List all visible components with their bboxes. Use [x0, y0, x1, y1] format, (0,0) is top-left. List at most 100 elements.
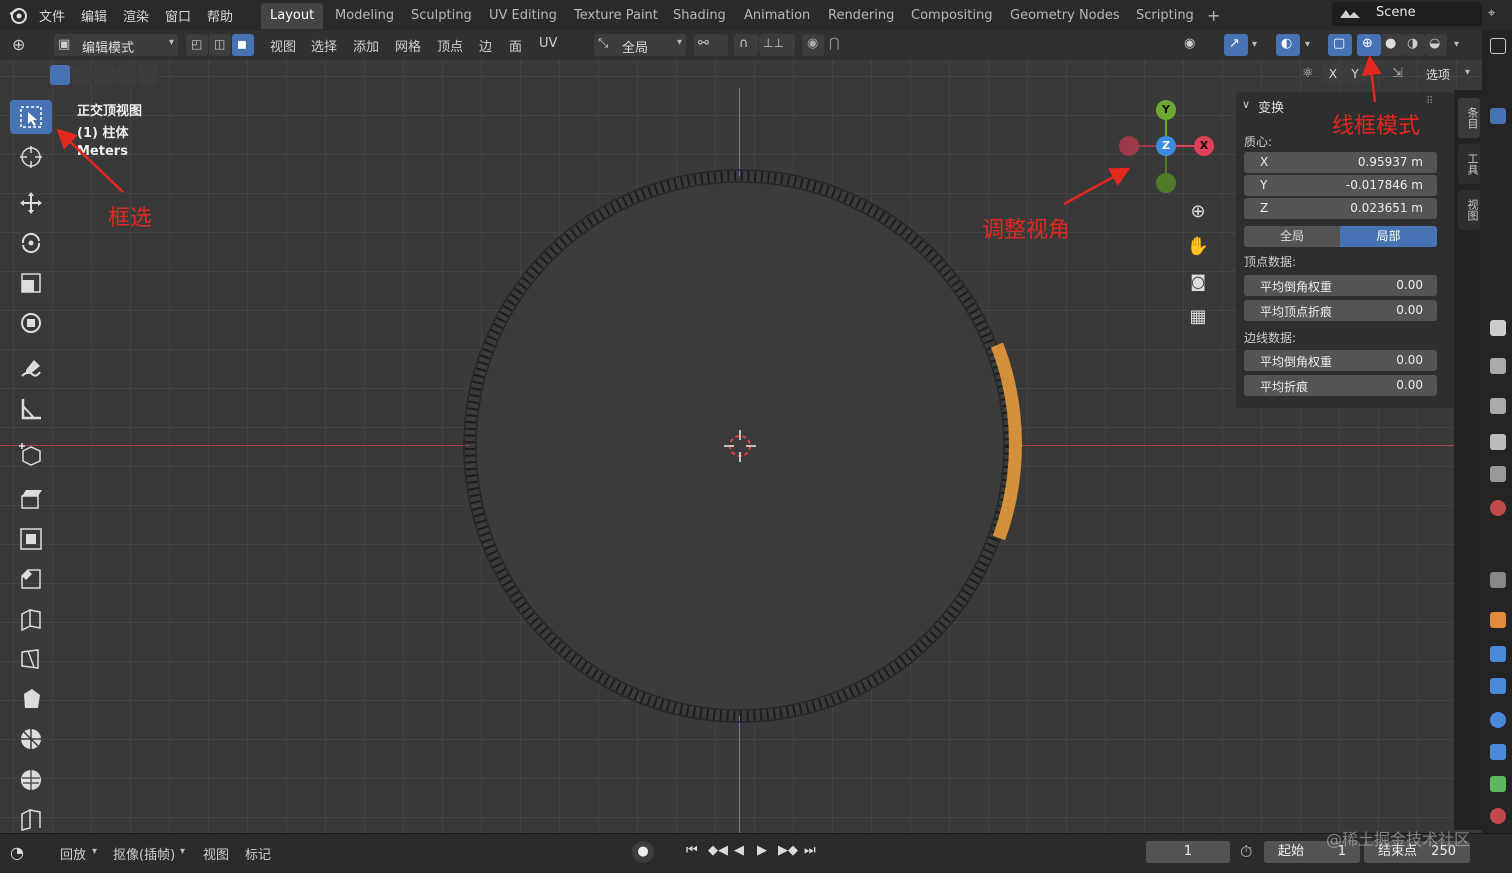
transform-tool[interactable] [10, 306, 52, 340]
marker-menu[interactable]: 标记 [245, 844, 271, 863]
pan-button[interactable]: ✋ [1184, 232, 1212, 260]
view-layer-icon[interactable] [1490, 434, 1506, 450]
pivot-selector[interactable]: ⚯ [694, 34, 728, 56]
render-properties-icon[interactable] [1490, 358, 1506, 374]
mirror-icon[interactable]: ⚛ [1302, 66, 1314, 81]
tab-shading[interactable]: Shading [664, 3, 735, 29]
gizmo-neg-x-axis[interactable] [1119, 136, 1139, 156]
jump-end-icon[interactable]: ⏭ [804, 843, 816, 858]
stopwatch-icon[interactable]: ⏱ [1240, 842, 1252, 862]
menu-file[interactable]: 文件 [39, 6, 65, 25]
vertex-select-button[interactable]: ◰ [186, 34, 208, 56]
camera-view-button[interactable]: ◙ [1184, 267, 1212, 295]
constraints-icon[interactable] [1490, 744, 1506, 760]
jump-start-icon[interactable]: ⏮ [686, 843, 698, 858]
tab-geometry-nodes[interactable]: Geometry Nodes [1001, 3, 1129, 29]
add-cube-tool[interactable] [10, 438, 52, 472]
select-invert-icon[interactable] [116, 65, 136, 85]
perspective-toggle-button[interactable]: ▦ [1184, 302, 1212, 330]
loop-cut-tool[interactable] [10, 602, 52, 636]
tab-view[interactable]: 视图 [1458, 190, 1480, 230]
smooth-tool[interactable] [10, 762, 52, 796]
overlay-toggle[interactable]: ◐ [1276, 34, 1300, 56]
extrude-tool[interactable] [10, 482, 52, 516]
scene-selector[interactable]: Scene [1332, 2, 1482, 26]
cursor-tool[interactable] [10, 140, 52, 174]
header-menu-face[interactable]: 面 [509, 36, 522, 55]
mirror-y-toggle[interactable]: Y [1344, 64, 1366, 84]
measure-tool[interactable] [10, 392, 52, 426]
header-menu-select[interactable]: 选择 [311, 36, 337, 55]
local-space-button[interactable]: 局部 [1340, 226, 1437, 247]
gizmo-y-axis[interactable]: Y [1156, 100, 1176, 120]
editor-type-clock-icon[interactable]: ◔ [10, 843, 24, 862]
editor-type-button[interactable]: ⊕ [8, 34, 46, 56]
vertex-crease-field[interactable]: 平均顶点折痕 0.00 [1244, 300, 1437, 321]
collapse-chevron-icon[interactable]: ∨ [1242, 98, 1250, 111]
output-properties-icon[interactable] [1490, 398, 1506, 414]
vertex-bevel-weight-field[interactable]: 平均倒角权重 0.00 [1244, 275, 1437, 296]
move-tool[interactable] [10, 186, 52, 220]
tab-layout[interactable]: Layout [261, 3, 324, 29]
modifier-wrench-icon[interactable] [1490, 646, 1506, 662]
tab-item[interactable]: 条目 [1458, 98, 1480, 138]
face-select-button[interactable]: ◼ [232, 34, 254, 56]
solid-shading-button[interactable]: ● [1381, 34, 1403, 56]
header-menu-edge[interactable]: 边 [479, 36, 492, 55]
play-icon[interactable]: ▶ [757, 843, 767, 858]
header-menu-view[interactable]: 视图 [270, 36, 296, 55]
mirror-x-toggle[interactable]: X [1322, 64, 1344, 84]
pin-icon[interactable]: ⌖ [1488, 6, 1495, 21]
tool-properties-icon[interactable] [1490, 320, 1506, 336]
select-box-tool[interactable] [10, 100, 52, 134]
viewport-icon[interactable] [1490, 108, 1506, 124]
rendered-shading-button[interactable]: ◒ [1425, 34, 1447, 56]
transform-section-title[interactable]: 变换 [1258, 97, 1284, 116]
material-properties-icon[interactable] [1490, 808, 1506, 824]
tab-rendering[interactable]: Rendering [819, 3, 903, 29]
chevron-down-icon[interactable]: ▾ [1454, 39, 1459, 50]
auto-merge-icon[interactable]: ⇲ [1392, 66, 1403, 81]
keying-menu[interactable]: 抠像(插帧) [113, 844, 175, 863]
inset-tool[interactable] [10, 522, 52, 556]
playback-menu[interactable]: 回放 [60, 844, 86, 863]
zoom-button[interactable]: ⊕ [1184, 197, 1212, 225]
material-shading-button[interactable]: ◑ [1403, 34, 1425, 56]
tab-tool[interactable]: 工具 [1458, 144, 1480, 184]
options-dropdown[interactable]: 选项 ▾ [1420, 64, 1474, 84]
tab-modeling[interactable]: Modeling [326, 3, 403, 29]
collection-properties-icon[interactable] [1490, 572, 1506, 588]
centroid-z-field[interactable]: Z 0.023651 m [1244, 198, 1437, 219]
tab-compositing[interactable]: Compositing [902, 3, 1002, 29]
select-intersect-icon[interactable] [138, 65, 158, 85]
drag-handle-icon[interactable]: ⠿ [1426, 96, 1433, 107]
outliner-icon[interactable] [1490, 38, 1506, 54]
edge-select-button[interactable]: ◫ [209, 34, 231, 56]
falloff-selector[interactable]: ⋂ [825, 34, 861, 56]
tab-texture-paint[interactable]: Texture Paint [565, 3, 667, 29]
select-subtract-icon[interactable] [94, 65, 114, 85]
snap-target-selector[interactable]: ⊥⊥ [759, 34, 795, 56]
gizmo-z-axis[interactable]: Z [1156, 136, 1176, 156]
visibility-selector[interactable]: ◉ [1180, 34, 1218, 56]
navigation-gizmo[interactable]: Y X Z [1116, 98, 1216, 198]
current-frame-field[interactable]: 1 [1146, 841, 1230, 863]
header-menu-mesh[interactable]: 网格 [395, 36, 421, 55]
play-reverse-icon[interactable]: ◀ [734, 843, 744, 858]
orientation-selector[interactable]: ⤡ 全局 ▾ [594, 34, 686, 56]
gizmo-x-axis[interactable]: X [1194, 136, 1214, 156]
xray-toggle[interactable]: ▢ [1328, 34, 1352, 56]
edge-bevel-weight-field[interactable]: 平均倒角权重 0.00 [1244, 350, 1437, 371]
tab-animation[interactable]: Animation [735, 3, 819, 29]
snap-toggle[interactable]: ∩ [734, 34, 758, 56]
bevel-tool[interactable] [10, 562, 52, 596]
global-space-button[interactable]: 全局 [1244, 226, 1340, 247]
timeline-view-menu[interactable]: 视图 [203, 844, 229, 863]
menu-help[interactable]: 帮助 [207, 6, 233, 25]
edge-crease-field[interactable]: 平均折痕 0.00 [1244, 375, 1437, 396]
mesh-data-icon[interactable] [1490, 776, 1506, 792]
menu-window[interactable]: 窗口 [165, 6, 191, 25]
world-properties-icon[interactable] [1490, 500, 1506, 516]
menu-edit[interactable]: 编辑 [81, 6, 107, 25]
object-properties-icon[interactable] [1490, 612, 1506, 628]
